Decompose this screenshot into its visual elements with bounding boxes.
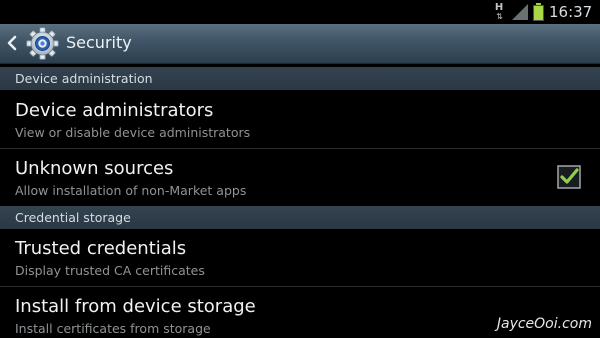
watermark-text: JayceOoi.com bbox=[496, 316, 592, 332]
status-bar: H ⇅ 16:37 bbox=[0, 0, 600, 24]
action-bar: Security bbox=[0, 24, 600, 64]
chevron-left-icon[interactable] bbox=[6, 34, 18, 52]
page-title: Security bbox=[66, 33, 132, 52]
list-item-summary: Install certificates from storage bbox=[15, 321, 211, 336]
list-item-title: Device administrators bbox=[15, 100, 214, 121]
list-item-title: Install from device storage bbox=[15, 296, 256, 317]
section-header-label: Credential storage bbox=[15, 210, 131, 225]
list-item-summary: Display trusted CA certificates bbox=[15, 263, 205, 278]
battery-icon bbox=[533, 3, 544, 21]
unknown-sources-checkbox[interactable] bbox=[557, 165, 581, 189]
signal-strength-icon bbox=[512, 4, 528, 20]
section-header-credential-storage: Credential storage bbox=[0, 206, 600, 229]
list-item-title: Unknown sources bbox=[15, 158, 174, 179]
section-header-label: Device administration bbox=[15, 71, 153, 86]
android-settings-screen: H ⇅ 16:37 Security Device administration… bbox=[0, 0, 600, 338]
gear-icon[interactable] bbox=[26, 27, 59, 60]
section-header-device-administration: Device administration bbox=[0, 67, 600, 90]
list-item-unknown-sources[interactable]: Unknown sources Allow installation of no… bbox=[0, 149, 600, 206]
status-time: 16:37 bbox=[549, 3, 593, 21]
network-type-label: H bbox=[494, 2, 504, 13]
network-type-indicator: H ⇅ bbox=[492, 2, 506, 22]
list-item-summary: View or disable device administrators bbox=[15, 125, 251, 140]
list-item-title: Trusted credentials bbox=[15, 238, 187, 259]
data-activity-icon: ⇅ bbox=[496, 12, 503, 21]
list-item-summary: Allow installation of non-Market apps bbox=[15, 183, 247, 198]
list-item-trusted-credentials[interactable]: Trusted credentials Display trusted CA c… bbox=[0, 229, 600, 286]
list-item-device-administrators[interactable]: Device administrators View or disable de… bbox=[0, 91, 600, 148]
